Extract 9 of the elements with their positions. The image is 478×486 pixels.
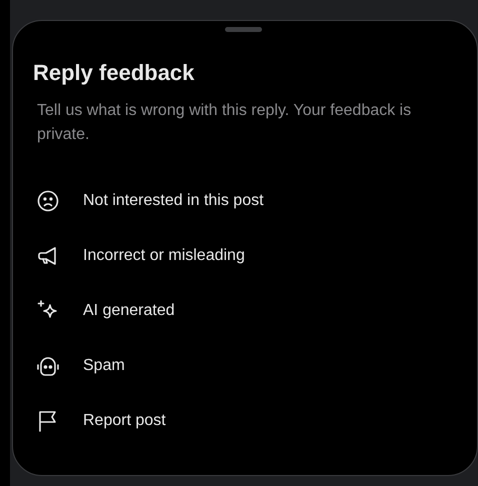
menu-option[interactable]: Spam: [83, 354, 125, 378]
drag-handle[interactable]: [225, 27, 262, 32]
sad-face-icon: [36, 188, 60, 212]
menu-option[interactable]: Report post: [83, 408, 166, 432]
menu-option[interactable]: Incorrect or misleading: [83, 244, 245, 268]
menu-option[interactable]: AI generated: [83, 298, 175, 322]
menu-option[interactable]: Not interested in this post: [83, 188, 264, 212]
sheet-title: Reply feedback: [33, 59, 196, 87]
sheet-description: Tell us what is wrong with this reply. Your feedback is private.: [36, 101, 412, 145]
